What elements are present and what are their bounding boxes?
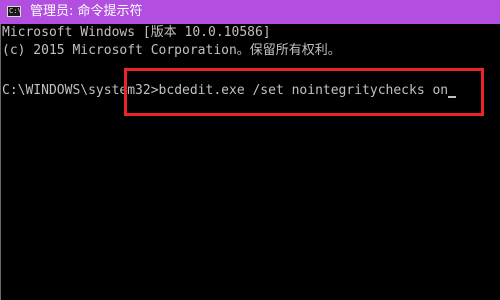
window-title: 管理员: 命令提示符 [30,4,143,19]
console-output[interactable]: Microsoft Windows [版本 10.0.10586] (c) 20… [0,24,500,300]
cmd-icon: C:\ [7,6,22,17]
version-line: Microsoft Windows [版本 10.0.10586] [2,25,271,40]
command-text: bcdedit.exe /set nointegritychecks on [158,83,449,98]
text-cursor [448,96,457,98]
prompt-path: C:\WINDOWS\system32> [2,83,159,98]
title-bar[interactable]: C:\ 管理员: 命令提示符 [0,0,500,24]
copyright-line: (c) 2015 Microsoft Corporation。保留所有权利。 [2,43,341,58]
command-prompt-window: C:\ 管理员: 命令提示符 Microsoft Windows [版本 10.… [0,0,500,300]
command-line[interactable]: C:\WINDOWS\system32>bcdedit.exe /set noi… [2,82,457,100]
